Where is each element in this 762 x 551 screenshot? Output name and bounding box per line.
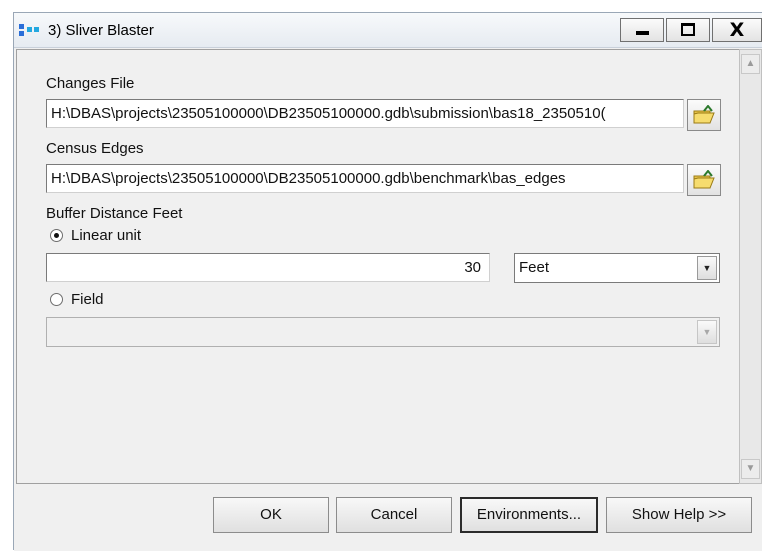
scroll-down-icon[interactable]: ▼ — [741, 459, 760, 479]
unit-select-value: Feet — [519, 259, 550, 276]
tool-icon — [19, 23, 41, 37]
changes-file-browse-button[interactable] — [687, 99, 721, 131]
dialog-window: 3) Sliver Blaster X ▲ ▼ Changes File H:\… — [13, 12, 762, 551]
field-radio[interactable] — [50, 293, 63, 306]
window-title: 3) Sliver Blaster — [48, 22, 154, 39]
close-button[interactable]: X — [712, 18, 762, 42]
ok-button[interactable]: OK — [213, 497, 329, 533]
census-edges-browse-button[interactable] — [687, 164, 721, 196]
changes-file-input[interactable]: H:\DBAS\projects\23505100000\DB235051000… — [46, 99, 684, 128]
vertical-scrollbar[interactable]: ▲ ▼ — [739, 49, 762, 484]
maximize-icon — [681, 23, 695, 36]
minimize-button[interactable] — [620, 18, 664, 42]
cancel-button[interactable]: Cancel — [336, 497, 452, 533]
chevron-down-icon[interactable]: ▼ — [697, 320, 717, 344]
chevron-down-icon[interactable]: ▼ — [697, 256, 717, 280]
title-bar[interactable]: 3) Sliver Blaster X — [14, 13, 762, 48]
distance-value-input[interactable]: 30 — [46, 253, 490, 282]
buffer-distance-label: Buffer Distance Feet — [46, 205, 183, 222]
linear-unit-radio[interactable] — [50, 229, 63, 242]
changes-file-label: Changes File — [46, 75, 135, 92]
close-icon: X — [729, 19, 745, 41]
census-edges-label: Census Edges — [46, 140, 144, 157]
field-label: Field — [71, 291, 104, 308]
environments-button[interactable]: Environments... — [460, 497, 598, 533]
minimize-icon — [636, 31, 649, 35]
open-folder-icon — [693, 170, 715, 189]
maximize-button[interactable] — [666, 18, 710, 42]
open-folder-icon — [693, 105, 715, 124]
census-edges-input[interactable]: H:\DBAS\projects\23505100000\DB235051000… — [46, 164, 684, 193]
linear-unit-label: Linear unit — [71, 227, 142, 244]
unit-select[interactable]: Feet ▼ — [514, 253, 720, 283]
scroll-up-icon[interactable]: ▲ — [741, 54, 760, 74]
field-select[interactable]: ▼ — [46, 317, 720, 347]
show-help-button[interactable]: Show Help >> — [606, 497, 752, 533]
